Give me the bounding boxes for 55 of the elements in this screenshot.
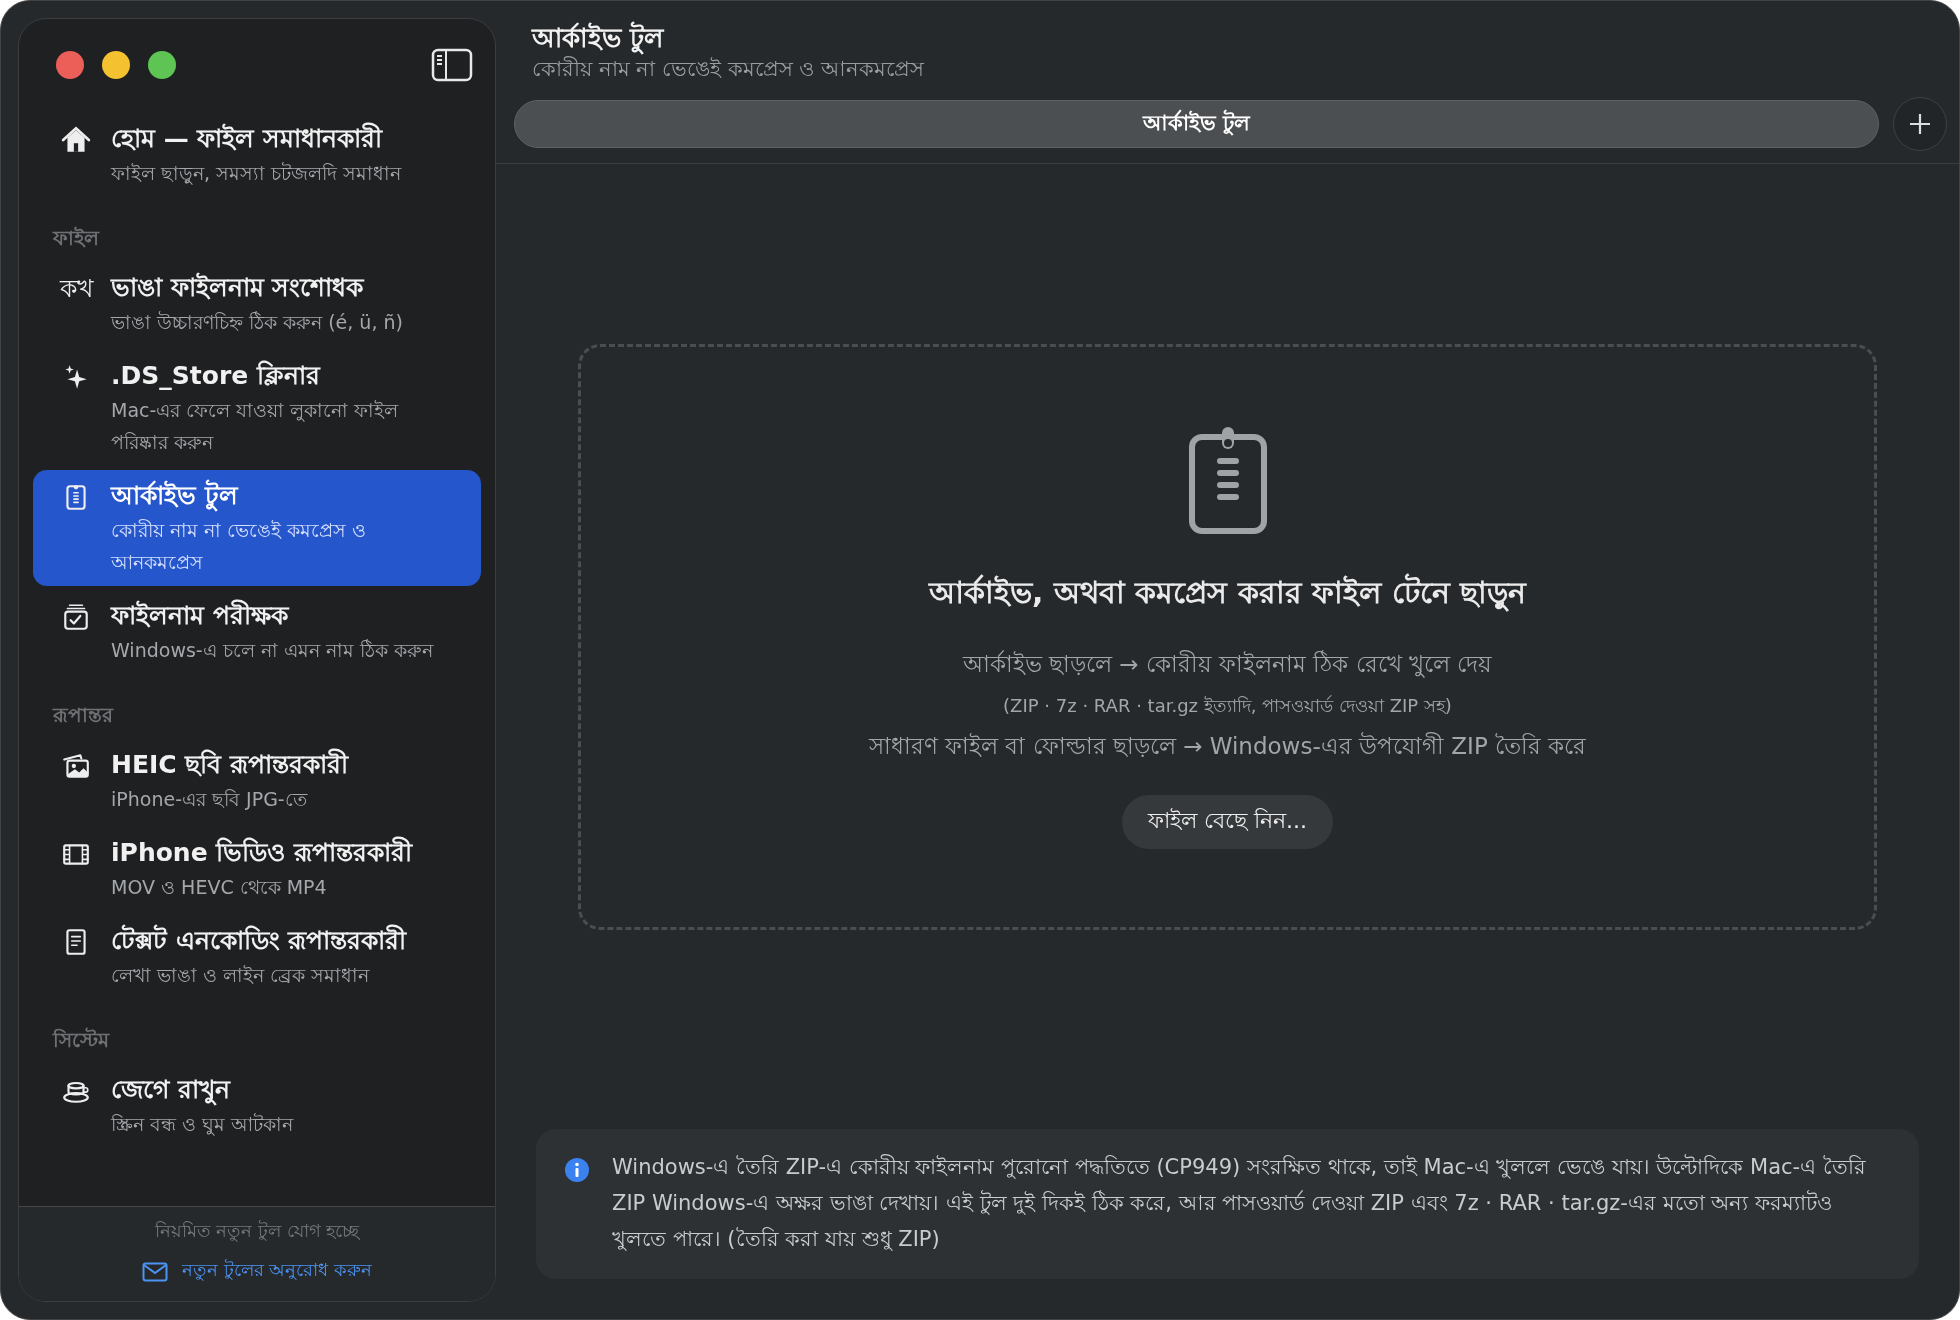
drop-description: আর্কাইভ ছাড়লে → কোরীয় ফাইলনাম ঠিক রেখে খুলে দেয় (962, 649, 1493, 680)
minimize-button[interactable] (102, 51, 130, 79)
page-subtitle: কোরীয় নাম না ভেঙেই কমপ্রেস ও আনকমপ্রেস (532, 55, 926, 83)
item-title: iPhone ভিডিও রূপান্তরকারী (111, 835, 413, 869)
drop-heading: আর্কাইভ, অথবা কমপ্রেস করার ফাইল টেনে ছাড়ুন (928, 572, 1527, 614)
sidebar-item[interactable]: কখ ভাঙা ফাইলনাম সংশোধক ভাঙা উচ্চারণচিহ্ন ঠিক করুন (é, ü, ñ) (33, 262, 481, 346)
sidebar-item[interactable]: HEIC ছবি রূপান্তরকারী iPhone-এর ছবি JPG-তে (33, 739, 481, 823)
info-text: Windows-এ তৈরি ZIP-এ কোরীয় ফাইলনাম পুরোনো পদ্ধতিতে (CP949) সংরক্ষিত থাকে, তাই Mac-এ খুললে ভেঙে যায়। উল্টোদিকে Mac-এ তৈরি ZIP Windows-এ অক্ষর ভাঙা দেখায়। এই টুল দুই দিকই ঠিক করে, আর পাসওয়ার্ড দেওয়া ZIP এবং 7z · RAR · tar.gz-এর মতো অন্য ফরম্যাটও খুলতে পারে। (তৈরি করা যায় শুধু ZIP) (612, 1153, 1867, 1253)
item-subtitle: লেখা ভাঙা ও লাইন ব্রেক সমাধান (111, 963, 371, 988)
footer-note: নিয়মিত নতুন টুল যোগ হচ্ছে (154, 1219, 360, 1244)
sidebar-toggle-icon[interactable] (431, 48, 473, 82)
zip-clipboard-icon (1187, 424, 1268, 535)
sidebar-item[interactable]: আর্কাইভ টুল কোরীয় নাম না ভেঙেই কমপ্রেস ও আনকমপ্রেস (33, 470, 481, 586)
item-title: .DS_Store ক্লিনার (111, 359, 322, 392)
drop-description: সাধারণ ফাইল বা ফোল্ডার ছাড়লে → Windows-এর উপযোগী ZIP তৈরি করে (868, 731, 1587, 761)
item-title: টেক্সট এনকোডিং রূপান্তরকারী (111, 923, 407, 957)
item-subtitle: স্ক্রিন বন্ধ ও ঘুম আটকান (111, 1112, 294, 1138)
item-title: ভাঙা ফাইলনাম সংশোধক (111, 271, 366, 304)
item-title: জেগে রাখুন (111, 1074, 232, 1108)
zoom-button[interactable] (148, 51, 176, 79)
item-subtitle: কোরীয় নাম না ভেঙেই কমপ্রেস ও আনকমপ্রেস (111, 518, 368, 575)
plus-icon (1908, 112, 1932, 136)
section-header: রূপান্তর (51, 702, 115, 729)
page-title: আর্কাইভ টুল (532, 21, 666, 55)
choose-file-button[interactable]: ফাইল বেছে নিন... (1122, 794, 1333, 849)
drop-description: (ZIP · 7z · RAR · tar.gz ইত্যাদি, পাসওয়ার্ড দেওয়া ZIP সহ) (1003, 693, 1452, 718)
item-title: আর্কাইভ টুল (111, 478, 240, 514)
item-subtitle: ফাইল ছাড়ুন, সমস্যা চটজলদি সমাধান (111, 161, 402, 187)
drop-zone[interactable] (578, 343, 1877, 930)
request-link[interactable]: নতুন টুলের অনুরোধ করুন (141, 1256, 373, 1287)
sidebar-item[interactable]: .DS_Store ক্লিনার Mac-এর ফেলে যাওয়া লুকানো ফাইল পরিষ্কার করুন (33, 350, 481, 466)
add-tab-button[interactable] (1893, 97, 1947, 151)
item-subtitle: iPhone-এর ছবি JPG-তে (111, 787, 309, 812)
section-header: ফাইল (51, 225, 101, 252)
sidebar-item[interactable]: iPhone ভিডিও রূপান্তরকারী MOV ও HEVC থেকে MP4 (33, 827, 481, 911)
tab[interactable]: আর্কাইভ টুল (514, 100, 1879, 148)
section-header: সিস্টেম (51, 1026, 111, 1054)
close-button[interactable] (56, 51, 84, 79)
checkbox-tray-icon (61, 602, 91, 632)
item-subtitle: MOV ও HEVC থেকে MP4 (111, 875, 328, 900)
item-title: ফাইলনাম পরীক্ষক (111, 598, 290, 632)
sidebar-item[interactable]: জেগে রাখুন স্ক্রিন বন্ধ ও ঘুম আটকান (33, 1064, 481, 1148)
item-subtitle: Mac-এর ফেলে যাওয়া লুকানো ফাইল পরিষ্কার করুন (111, 398, 400, 455)
item-title: হোম — ফাইল সমাধানকারী (111, 121, 384, 155)
home-icon (61, 125, 91, 155)
sidebar-item-icon: কখ (59, 274, 93, 338)
item-subtitle: Windows-এ চলে না এমন নাম ঠিক করুন (111, 638, 433, 663)
item-subtitle: ভাঙা উচ্চারণচিহ্ন ঠিক করুন (é, ü, ñ) (111, 310, 403, 335)
photos-icon (61, 751, 91, 781)
mail-icon (141, 1261, 168, 1282)
item-title: HEIC ছবি রূপান্তরকারী (111, 747, 349, 781)
info-icon (564, 1157, 590, 1183)
sidebar-item[interactable]: টেক্সট এনকোডিং রূপান্তরকারী লেখা ভাঙা ও লাইন ব্রেক সমাধান (33, 915, 481, 999)
sidebar-item[interactable]: ফাইলনাম পরীক্ষক Windows-এ চলে না এমন নাম ঠিক করুন (33, 590, 481, 674)
sidebar-item[interactable]: হোম — ফাইল সমাধানকারী ফাইল ছাড়ুন, সমস্যা চটজলদি সমাধান (33, 113, 481, 197)
